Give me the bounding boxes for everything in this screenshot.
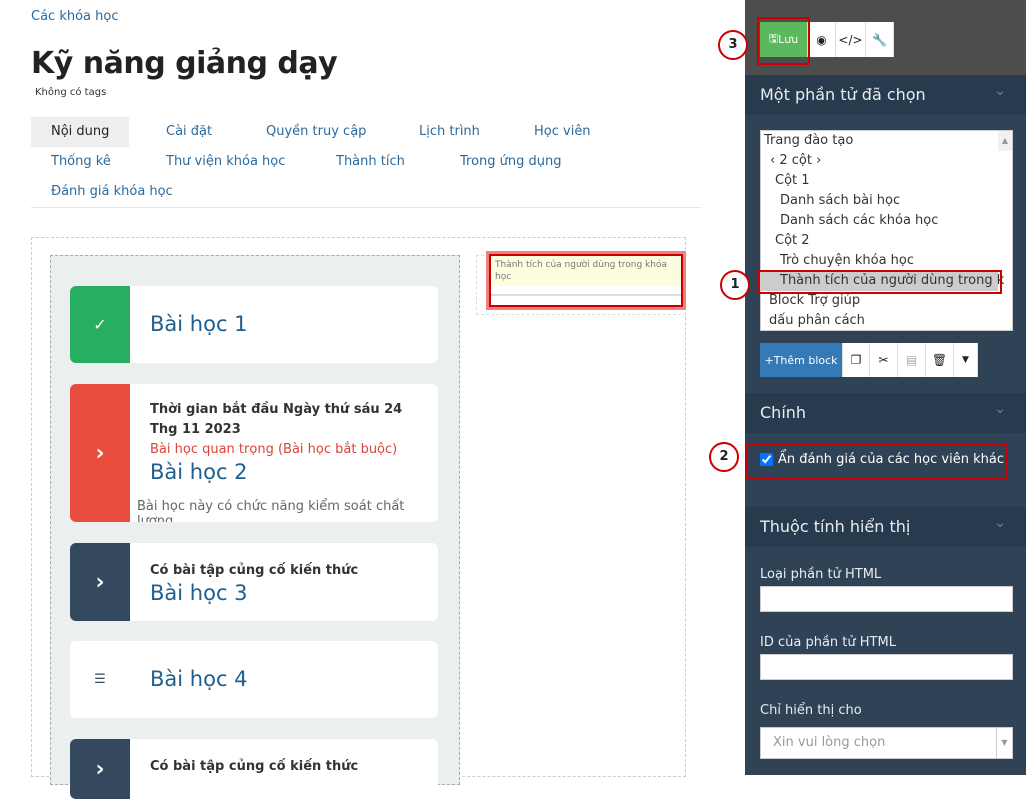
tab-in-app[interactable]: Trong ứng dụng [440, 147, 582, 177]
divider [491, 294, 681, 296]
chevron-right-icon: › [70, 739, 130, 799]
section-selected-element[interactable]: Một phần tử đã chọn ⌄ [745, 75, 1026, 115]
caret-down-icon: ▼ [996, 728, 1012, 758]
lesson-title[interactable]: Bài học 3 [150, 581, 432, 605]
step-marker: 3 [718, 30, 748, 60]
tree-item[interactable]: Trò chuyện khóa học [761, 251, 1012, 271]
copy-icon: ❐ [850, 353, 862, 367]
wrench-icon: 🔧 [872, 32, 887, 47]
html-id-input[interactable] [760, 654, 1013, 680]
tree-item[interactable]: Cột 1 [761, 171, 1012, 191]
block-title: Thành tích của người dùng trong khóa học [491, 256, 681, 286]
tree-item[interactable]: dấu phân cách [761, 311, 1012, 330]
html-type-label: Loại phần tử HTML [760, 567, 882, 582]
lesson-note: Bài học này có chức năng kiểm soát chất … [137, 499, 405, 522]
section-display-properties[interactable]: Thuộc tính hiển thị ⌄ [745, 507, 1026, 547]
highlight-tree-item [757, 270, 1002, 294]
chevron-down-icon[interactable]: ⌄ [994, 515, 1006, 531]
chevron-right-icon: › [70, 384, 130, 522]
show-for-label: Chỉ hiển thị cho [760, 703, 862, 718]
caret-down-icon: ▼ [962, 355, 969, 365]
copy-button[interactable]: ❐ [843, 343, 870, 377]
tree-item[interactable]: Danh sách bài học [761, 191, 1012, 211]
html-id-label: ID của phần tử HTML [760, 635, 896, 650]
show-for-select[interactable]: Xin vui lòng chọn ▼ [760, 727, 1013, 759]
check-icon: ✓ [70, 286, 130, 363]
code-icon: </> [838, 32, 863, 47]
selected-achievements-block[interactable]: Thành tích của người dùng trong khóa học [489, 254, 683, 307]
tab-course-library[interactable]: Thư viện khóa học [146, 147, 305, 177]
highlight-save [757, 17, 810, 65]
chevron-down-icon[interactable]: ⌄ [994, 401, 1006, 417]
tab-course-reviews[interactable]: Đánh giá khóa học [31, 177, 193, 207]
eye-icon: ◉ [816, 32, 827, 47]
tree-item[interactable]: Block Trợ giúp [761, 291, 1012, 311]
tree-item[interactable]: ‹ 2 cột › [761, 151, 1012, 171]
page-title: Kỹ năng giảng dạy [31, 46, 338, 81]
lesson-subtitle: Có bài tập củng cố kiến thức [150, 759, 359, 774]
highlight-checkbox [746, 443, 1008, 479]
settings-button[interactable]: 🔧 [866, 22, 894, 57]
chevron-down-icon[interactable]: ⌄ [994, 83, 1006, 99]
breadcrumb-courses[interactable]: Các khóa học [31, 9, 118, 24]
step-marker: 2 [709, 442, 739, 472]
add-block-button[interactable]: +Thêm block [760, 343, 843, 377]
lesson-subtitle: Có bài tập củng cố kiến thức [150, 563, 359, 578]
tab-statistics[interactable]: Thống kê [31, 147, 131, 177]
chevron-right-icon: › [70, 543, 130, 621]
lesson-card[interactable]: › Thời gian bắt đầu Ngày thứ sáu 24 Thg … [70, 384, 438, 522]
html-type-input[interactable] [760, 586, 1013, 612]
more-dropdown[interactable]: ▼ [954, 343, 978, 377]
scrollbar[interactable]: ▲▼ [998, 131, 1012, 151]
lesson-title[interactable]: Bài học 1 [150, 312, 432, 336]
list-icon: ☰ [70, 641, 130, 718]
tags-label: Không có tags [35, 87, 107, 98]
tab-content[interactable]: Nội dung [31, 117, 130, 147]
paste-icon: ▤ [905, 353, 918, 367]
tree-item[interactable]: Cột 2 [761, 231, 1012, 251]
lesson-card[interactable]: › Có bài tập củng cố kiến thức Bài học 3 [70, 543, 438, 621]
lesson-card[interactable]: › Có bài tập củng cố kiến thức [70, 739, 438, 799]
trash-icon: 🗑 [931, 353, 948, 367]
lesson-start-time: Thời gian bắt đầu Ngày thứ sáu 24 Thg 11… [150, 402, 403, 437]
paste-button[interactable]: ▤ [898, 343, 926, 377]
element-tree[interactable]: Trang đào tạo ‹ 2 cột › Cột 1 Danh sách … [760, 130, 1013, 331]
tree-item[interactable]: Trang đào tạo [761, 131, 1012, 151]
step-marker: 1 [720, 270, 750, 300]
section-main[interactable]: Chính ⌄ [745, 393, 1026, 433]
tree-item[interactable]: Danh sách các khóa học [761, 211, 1012, 231]
cut-button[interactable]: ✂ [870, 343, 898, 377]
delete-button[interactable]: 🗑 [926, 343, 954, 377]
tab-achievements[interactable]: Thành tích [316, 147, 425, 177]
tab-students[interactable]: Học viên [514, 117, 611, 147]
scissors-icon: ✂ [878, 353, 889, 367]
lesson-required: Bài học quan trọng (Bài học bắt buộc) [150, 442, 398, 457]
lesson-card[interactable]: ✓ Bài học 1 [70, 286, 438, 363]
preview-button[interactable]: ◉ [808, 22, 836, 57]
tab-access[interactable]: Quyền truy cập [246, 117, 386, 147]
code-button[interactable]: </> [836, 22, 866, 57]
course-tabs: Nội dung Cài đặt Quyền truy cập Lịch trì… [31, 117, 701, 208]
lesson-card[interactable]: ☰ Bài học 4 [70, 641, 438, 718]
tab-settings[interactable]: Cài đặt [146, 117, 232, 147]
lesson-title[interactable]: Bài học 4 [150, 667, 432, 691]
tab-schedule[interactable]: Lịch trình [399, 117, 500, 147]
lesson-title[interactable]: Bài học 2 [150, 460, 432, 484]
